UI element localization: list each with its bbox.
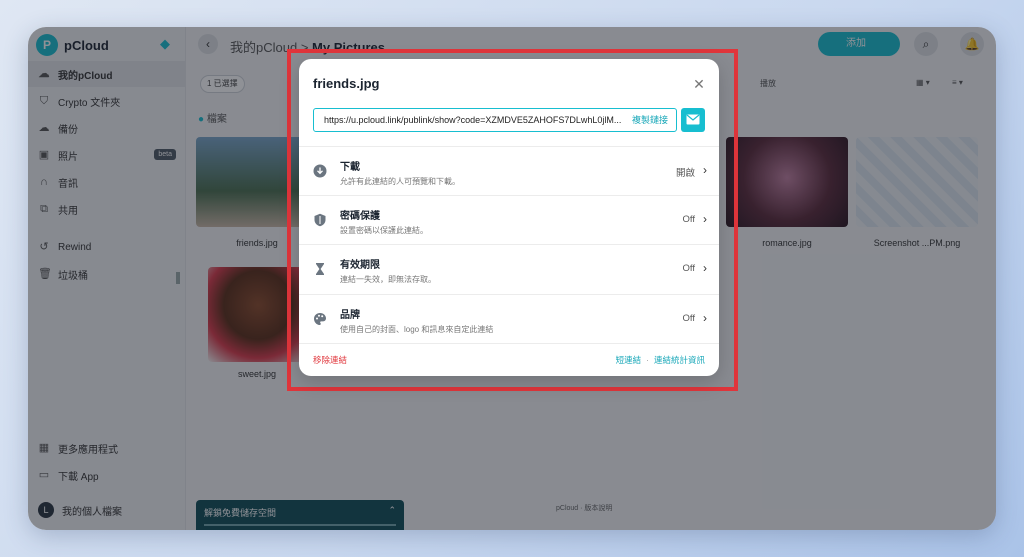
- download-icon: [313, 164, 327, 178]
- option-title: 有效期限: [340, 260, 380, 271]
- option-title: 品牌: [340, 310, 360, 321]
- share-link-dialog: friends.jpg ✕ https://u.pcloud.link/publ…: [299, 59, 719, 376]
- option-row-password[interactable]: 密碼保護 設置密碼以保護此連結。 Off ›: [299, 195, 719, 245]
- option-value: Off: [682, 214, 696, 225]
- dialog-footer-links: 短連結 · 連結統計資訊: [616, 354, 705, 366]
- option-value: Off: [682, 263, 696, 274]
- option-value: Off: [682, 313, 696, 324]
- separator-dot: ·: [646, 355, 649, 365]
- option-row-expiration[interactable]: 有效期限 連結一失效，即無法存取。 Off ›: [299, 244, 719, 294]
- option-row-download[interactable]: 下載 允許有此連結的人可預覽和下載。 開啟 ›: [299, 146, 719, 196]
- option-description: 使用自己的封面、logo 和訊息來自定此連結: [340, 325, 494, 334]
- option-title: 密碼保護: [340, 211, 380, 222]
- chevron-right-icon: ›: [703, 163, 707, 177]
- share-link-url: https://u.pcloud.link/publink/show?code=…: [324, 115, 622, 125]
- copy-link-button[interactable]: 複製鏈接: [632, 109, 668, 131]
- chevron-right-icon: ›: [703, 261, 707, 275]
- close-icon[interactable]: ✕: [692, 77, 706, 91]
- email-button[interactable]: [681, 108, 705, 132]
- option-description: 連結一失效，即無法存取。: [340, 275, 436, 284]
- chevron-right-icon: ›: [703, 212, 707, 226]
- hourglass-icon: [316, 263, 324, 275]
- divider: [299, 343, 719, 344]
- envelope-icon: [686, 114, 700, 125]
- dialog-title: friends.jpg: [313, 76, 380, 91]
- link-stats-button[interactable]: 連結統計資訊: [654, 355, 705, 365]
- short-link-button[interactable]: 短連結: [616, 355, 642, 365]
- option-row-branding[interactable]: 品牌 使用自己的封面、logo 和訊息來自定此連結 Off ›: [299, 294, 719, 344]
- shield-lock-icon: [314, 213, 326, 227]
- share-link-field[interactable]: https://u.pcloud.link/publink/show?code=…: [313, 108, 677, 132]
- palette-icon: [314, 313, 326, 325]
- option-value: 開啟: [675, 168, 695, 179]
- option-description: 設置密碼以保護此連結。: [340, 226, 428, 235]
- option-title: 下載: [340, 162, 360, 173]
- remove-link-button[interactable]: 移除連結: [313, 354, 347, 366]
- chevron-right-icon: ›: [703, 311, 707, 325]
- option-description: 允許有此連結的人可預覽和下載。: [340, 177, 460, 186]
